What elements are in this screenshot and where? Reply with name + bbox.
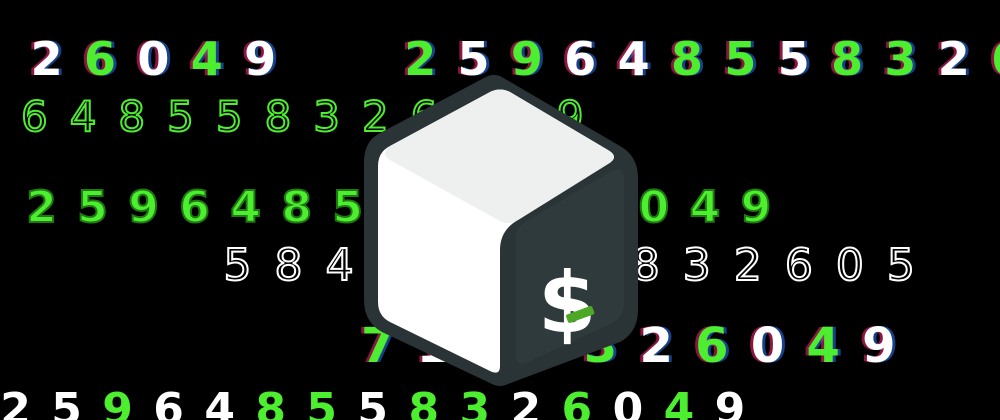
- digit: 3: [312, 92, 341, 141]
- digit: 4: [204, 384, 235, 420]
- digit: 2: [733, 240, 763, 291]
- digit: 2: [0, 384, 31, 420]
- digit: 8: [264, 92, 293, 141]
- digit: 5: [215, 92, 244, 141]
- digit: 9: [127, 182, 160, 233]
- digit: 3: [682, 240, 712, 291]
- digit: 6: [153, 384, 184, 420]
- digit: 8: [670, 32, 703, 86]
- digit: 5: [306, 384, 338, 420]
- digit: 4: [229, 182, 262, 233]
- digit: 8: [408, 384, 440, 420]
- digit: 5: [51, 384, 82, 420]
- digit: 2: [30, 32, 63, 86]
- digit: 3: [459, 384, 491, 420]
- digit: 5: [777, 32, 810, 86]
- digit: 5: [724, 32, 757, 86]
- digit: 9: [714, 384, 746, 420]
- digit: 8: [280, 182, 313, 233]
- digit: 2: [937, 32, 970, 86]
- digit: 2: [25, 182, 58, 233]
- digit: 6: [561, 384, 593, 420]
- bash-banner-canvas: 26049 259648558326 648558326049 25964855…: [0, 0, 1000, 420]
- digit: 6: [784, 240, 814, 291]
- digit: 6: [178, 182, 211, 233]
- digit: 8: [117, 92, 146, 141]
- digit: 0: [750, 318, 785, 374]
- digit: 9: [740, 182, 773, 233]
- digit: 6: [980, 36, 1000, 82]
- digit: 5: [76, 182, 109, 233]
- digit: 8: [255, 384, 286, 420]
- digit: 6: [84, 32, 117, 86]
- digit: 3: [884, 32, 917, 86]
- digit: 5: [357, 384, 389, 420]
- digit: 9: [862, 318, 896, 374]
- digit: 4: [69, 92, 98, 141]
- digit: 0: [137, 32, 170, 86]
- digit: 6: [695, 318, 729, 374]
- digit: 4: [663, 384, 695, 420]
- digit: 9: [244, 32, 277, 86]
- digit: 4: [190, 32, 223, 86]
- digit: 5: [223, 240, 253, 291]
- digit: 6: [20, 92, 49, 141]
- digit: 8: [831, 32, 864, 86]
- digit: 0: [835, 240, 865, 291]
- digit: 2: [510, 384, 542, 420]
- digit: 4: [689, 182, 722, 233]
- bash-logo-icon: $: [364, 74, 638, 386]
- digit: 9: [102, 384, 133, 420]
- digit: 8: [274, 240, 304, 291]
- bash-logo-dollar: $: [538, 254, 596, 352]
- digit: 0: [612, 384, 644, 420]
- digit: 4: [806, 318, 840, 374]
- digit: 5: [166, 92, 195, 141]
- digit-row-6: 259648558326049: [0, 388, 755, 420]
- digit: 5: [886, 240, 916, 291]
